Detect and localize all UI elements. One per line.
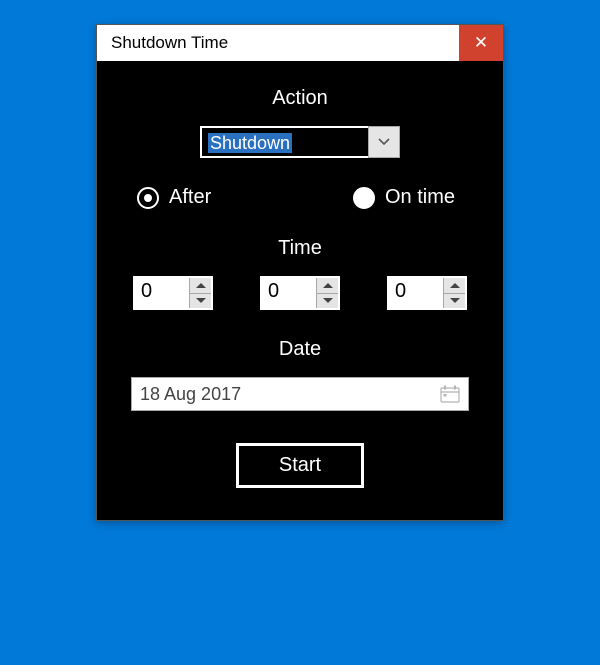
minutes-value: 0	[262, 278, 316, 308]
triangle-up-icon	[450, 283, 460, 288]
client-area: Action Shutdown After On time Time	[97, 61, 503, 520]
action-dropdown[interactable]: Shutdown	[200, 126, 400, 158]
seconds-down-button[interactable]	[444, 294, 465, 309]
minutes-spinner[interactable]: 0	[260, 276, 340, 310]
hours-down-button[interactable]	[190, 294, 211, 309]
date-picker[interactable]: 18 Aug 2017	[131, 377, 469, 411]
hours-up-button[interactable]	[190, 278, 211, 294]
minutes-stepper	[316, 278, 338, 308]
date-label: Date	[127, 338, 473, 361]
radio-after[interactable]: After	[137, 186, 211, 209]
minutes-up-button[interactable]	[317, 278, 338, 294]
radio-on-time-label: On time	[385, 186, 455, 209]
hours-value: 0	[135, 278, 189, 308]
window-title: Shutdown Time	[111, 33, 228, 53]
close-icon: ✕	[474, 33, 488, 53]
time-spinner-row: 0 0 0	[127, 276, 473, 310]
seconds-value: 0	[389, 278, 443, 308]
radio-icon	[353, 187, 375, 209]
triangle-up-icon	[196, 283, 206, 288]
radio-icon	[137, 187, 159, 209]
start-button[interactable]: Start	[236, 443, 364, 488]
radio-after-label: After	[169, 186, 211, 209]
chevron-down-icon	[378, 138, 390, 146]
triangle-down-icon	[450, 298, 460, 303]
triangle-up-icon	[323, 283, 333, 288]
triangle-down-icon	[323, 298, 333, 303]
triangle-down-icon	[196, 298, 206, 303]
titlebar: Shutdown Time ✕	[97, 25, 503, 61]
time-label: Time	[127, 237, 473, 260]
calendar-icon	[440, 385, 460, 403]
dropdown-arrow-button[interactable]	[368, 126, 400, 158]
minutes-down-button[interactable]	[317, 294, 338, 309]
action-label: Action	[127, 87, 473, 110]
hours-spinner[interactable]: 0	[133, 276, 213, 310]
seconds-up-button[interactable]	[444, 278, 465, 294]
radio-on-time[interactable]: On time	[353, 186, 455, 209]
seconds-spinner[interactable]: 0	[387, 276, 467, 310]
hours-stepper	[189, 278, 211, 308]
mode-radio-group: After On time	[127, 186, 473, 209]
close-button[interactable]: ✕	[459, 25, 503, 61]
date-value: 18 Aug 2017	[140, 384, 440, 405]
app-window: Shutdown Time ✕ Action Shutdown After	[96, 24, 504, 521]
seconds-stepper	[443, 278, 465, 308]
action-dropdown-value: Shutdown	[200, 126, 368, 158]
